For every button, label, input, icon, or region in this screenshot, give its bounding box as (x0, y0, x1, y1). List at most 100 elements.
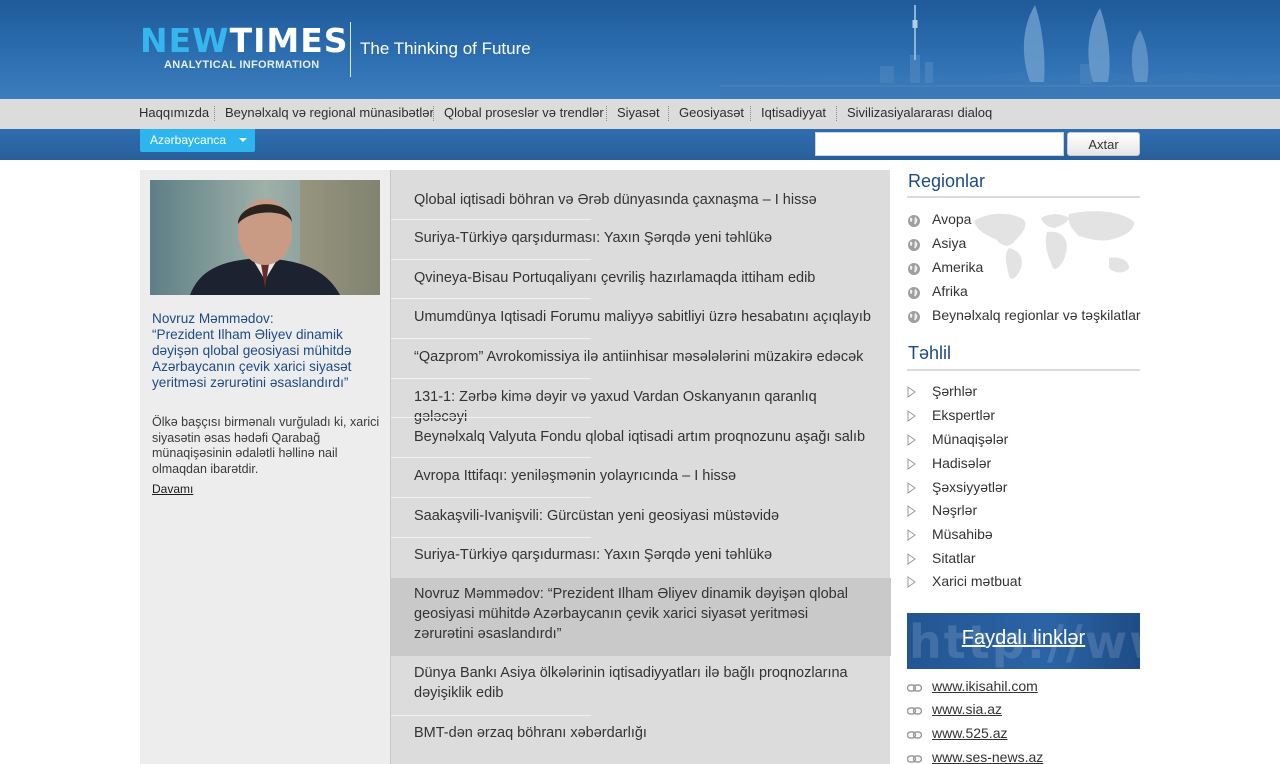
triangle-arrow-icon (907, 386, 916, 398)
news-item[interactable]: BMT-dən ərzaq böhranı xəbərdarlığı (391, 716, 891, 756)
logo-times-text: TIMES (229, 21, 349, 60)
analysis-item-personalities[interactable]: Şəxsiyyətlər (907, 479, 1140, 499)
news-item[interactable]: “Qazprom” Avrokomissiya ilə antiinhisar … (391, 339, 891, 378)
nav-separator (750, 106, 751, 121)
section-divider (907, 369, 1140, 371)
analysis-label: Münaqişələr (932, 431, 1009, 447)
nav-separator (214, 106, 215, 121)
analysis-label: Hadisələr (932, 455, 992, 471)
logo-subtitle: ANALYTICAL INFORMATION (164, 59, 320, 71)
site-tagline: The Thinking of Future (360, 39, 531, 58)
useful-link-label: www.ses-news.az (932, 749, 1044, 764)
featured-summary: Ölkə başçısı birmənalı vurğuladı ki, xar… (152, 415, 380, 476)
featured-article: Novruz Məmmədov: “Prezident Ilham Əliyev… (140, 170, 390, 764)
nav-separator (606, 106, 607, 121)
section-divider (907, 196, 1140, 198)
analysis-item-events[interactable]: Hadisələr (907, 455, 1140, 475)
search-input[interactable] (815, 132, 1064, 156)
sub-bar: Azərbaycanca Axtar (0, 129, 1280, 160)
triangle-arrow-icon (907, 505, 916, 517)
triangle-arrow-icon (907, 529, 916, 541)
analysis-item-quotes[interactable]: Sitatlar (907, 550, 1140, 570)
triangle-arrow-icon (907, 576, 916, 588)
useful-link-label: www.525.az (932, 725, 1008, 741)
nav-item-politics[interactable]: Siyasət (617, 105, 660, 120)
nav-item-dialogue[interactable]: Sivilizasiyalararası dialoq (847, 105, 992, 120)
news-item[interactable]: Umumdünya Iqtisadi Forumu maliyyə sabitl… (391, 299, 891, 338)
analysis-item-experts[interactable]: Ekspertlər (907, 407, 1140, 427)
analysis-heading: Təhlil (908, 343, 952, 363)
analysis-label: Şəxsiyyətlər (932, 479, 1008, 495)
main-nav: Haqqımızda Beynəlxalq və regional münasi… (0, 99, 1280, 129)
logo-divider (350, 22, 351, 77)
useful-links-heading: Faydalı linklər (961, 627, 1086, 649)
nav-item-about[interactable]: Haqqımızda (139, 105, 209, 120)
globe-icon (908, 263, 920, 275)
news-item[interactable]: Qlobal iqtisadi böhran və Ərəb dünyasınd… (391, 180, 891, 220)
analysis-item-conflicts[interactable]: Münaqişələr (907, 431, 1140, 451)
news-item[interactable]: Qvineya-Bisau Portuqaliyanı çevriliş haz… (391, 260, 891, 299)
region-label: Beynəlxalq regionlar və təşkilatlar (932, 307, 1141, 323)
read-more-link[interactable]: Davamı (152, 482, 193, 496)
region-item-america[interactable]: Amerika (907, 259, 1140, 279)
featured-title[interactable]: Novruz Məmmədov: “Prezident Ilham Əliyev… (152, 311, 384, 391)
language-select[interactable]: Azərbaycanca (140, 129, 255, 152)
news-item[interactable]: Beynəlxalq Valyuta Fondu qlobal iqtisadi… (391, 418, 891, 457)
news-item[interactable]: Suriya-Türkiyə qarşıdurması: Yaxın Şərqd… (391, 538, 891, 578)
globe-icon (908, 215, 920, 227)
news-item[interactable]: Avropa Ittifaqı: yeniləşmənin yolayrıcın… (391, 458, 891, 497)
chain-link-icon (907, 731, 922, 739)
search-button[interactable]: Axtar (1067, 132, 1140, 156)
right-sidebar: Regionlar Avopa Asiya Amerika Afrika Bey… (907, 170, 1141, 764)
site-header: NEWTIMES ANALYTICAL INFORMATION The Thin… (0, 0, 1280, 99)
region-item-europe[interactable]: Avopa (907, 211, 1140, 231)
nav-item-economy[interactable]: Iqtisadiyyat (761, 105, 826, 120)
chain-link-icon (907, 707, 922, 715)
news-item[interactable]: Suriya-Türkiyə qarşıdurması: Yaxın Şərqd… (391, 220, 891, 259)
nav-separator (836, 106, 837, 121)
triangle-arrow-icon (907, 553, 916, 565)
region-label: Amerika (932, 259, 984, 275)
useful-link-item[interactable]: www.ikisahil.com (907, 678, 1140, 698)
region-item-asia[interactable]: Asiya (907, 235, 1140, 255)
analysis-label: Nəşrlər (932, 502, 978, 518)
site-logo[interactable]: NEWTIMES ANALYTICAL INFORMATION (140, 21, 349, 72)
useful-links-banner[interactable]: http://www Faydalı linklər (907, 613, 1140, 669)
logo-new-text: NEW (140, 21, 230, 60)
news-item[interactable]: 131-1: Zərbə kimə dəyir və yaxud Vardan … (391, 379, 891, 425)
globe-icon (908, 239, 920, 251)
region-item-international[interactable]: Beynəlxalq regionlar və təşkilatlar (907, 307, 1141, 327)
city-skyline-image (720, 5, 1280, 99)
nav-item-geopolitics[interactable]: Geosiyasət (679, 105, 744, 120)
triangle-arrow-icon (907, 410, 916, 422)
analysis-item-interview[interactable]: Müsahibə (907, 526, 1140, 546)
analysis-label: Şərhlər (932, 383, 978, 399)
useful-link-item[interactable]: www.ses-news.az (907, 749, 1140, 764)
language-select-value: Azərbaycanca (150, 133, 227, 147)
globe-icon (908, 287, 920, 299)
analysis-label: Xarici mətbuat (932, 573, 1022, 589)
useful-link-item[interactable]: www.sia.az (907, 701, 1140, 721)
featured-photo[interactable] (150, 180, 380, 295)
news-item-active[interactable]: Novruz Məmmədov: “Prezident Ilham Əliyev… (391, 578, 891, 656)
nav-separator (668, 106, 669, 121)
analysis-item-foreign-press[interactable]: Xarici mətbuat (907, 573, 1140, 593)
analysis-item-publications[interactable]: Nəşrlər (907, 502, 1140, 522)
chain-link-icon (907, 755, 922, 763)
analysis-item-comments[interactable]: Şərhlər (907, 383, 1140, 403)
region-label: Afrika (932, 283, 968, 299)
useful-link-item[interactable]: www.525.az (907, 725, 1140, 745)
region-label: Asiya (932, 235, 967, 251)
news-item[interactable]: Saakaşvili-Ivanişvili: Gürcüstan yeni ge… (391, 498, 891, 537)
triangle-arrow-icon (907, 458, 916, 470)
chain-link-icon (907, 684, 922, 692)
nav-separator (433, 106, 434, 121)
nav-item-international-relations[interactable]: Beynəlxalq və regional münasibətlər (225, 105, 434, 120)
region-item-africa[interactable]: Afrika (907, 283, 1140, 303)
analysis-label: Sitatlar (932, 550, 976, 566)
triangle-arrow-icon (907, 434, 916, 446)
nav-item-global-processes[interactable]: Qlobal proseslər və trendlər (444, 105, 604, 120)
news-item[interactable]: Dünya Bankı Asiya ölkələrinin iqtisadiyy… (391, 656, 891, 715)
triangle-arrow-icon (907, 482, 916, 494)
analysis-label: Müsahibə (932, 526, 993, 542)
